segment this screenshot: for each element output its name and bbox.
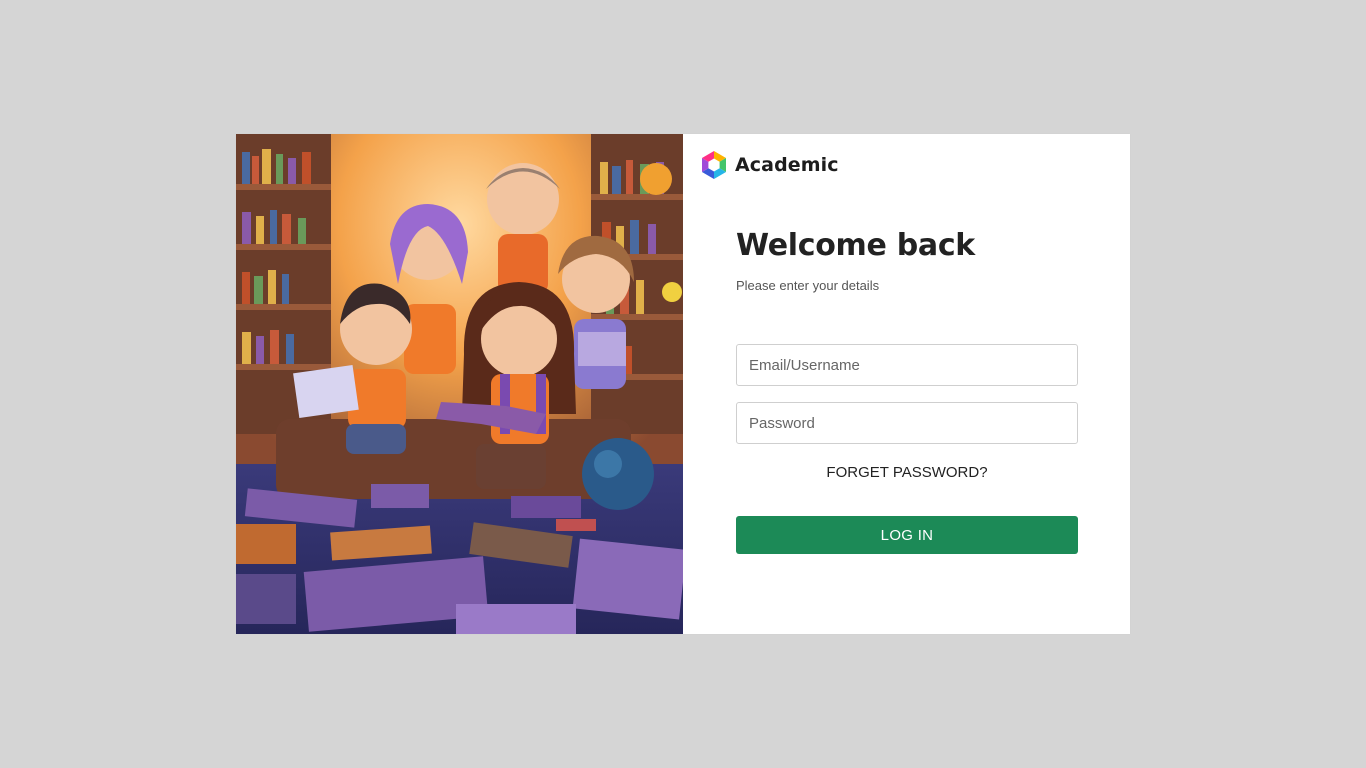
login-card: Academic Welcome back Please enter your … [236, 134, 1130, 634]
hero-illustration [236, 134, 683, 634]
login-button[interactable]: LOG IN [736, 516, 1078, 554]
email-username-input[interactable] [736, 344, 1078, 386]
login-panel: Academic Welcome back Please enter your … [683, 134, 1130, 634]
page-subtitle: Please enter your details [736, 278, 880, 293]
forgot-password-link[interactable]: FORGET PASSWORD? [736, 464, 1078, 481]
password-input[interactable] [736, 402, 1078, 444]
hexagon-gradient-logo-icon [702, 151, 726, 179]
page-title: Welcome back [736, 228, 975, 263]
brand-name: Academic [735, 154, 839, 176]
brand: Academic [699, 150, 839, 180]
